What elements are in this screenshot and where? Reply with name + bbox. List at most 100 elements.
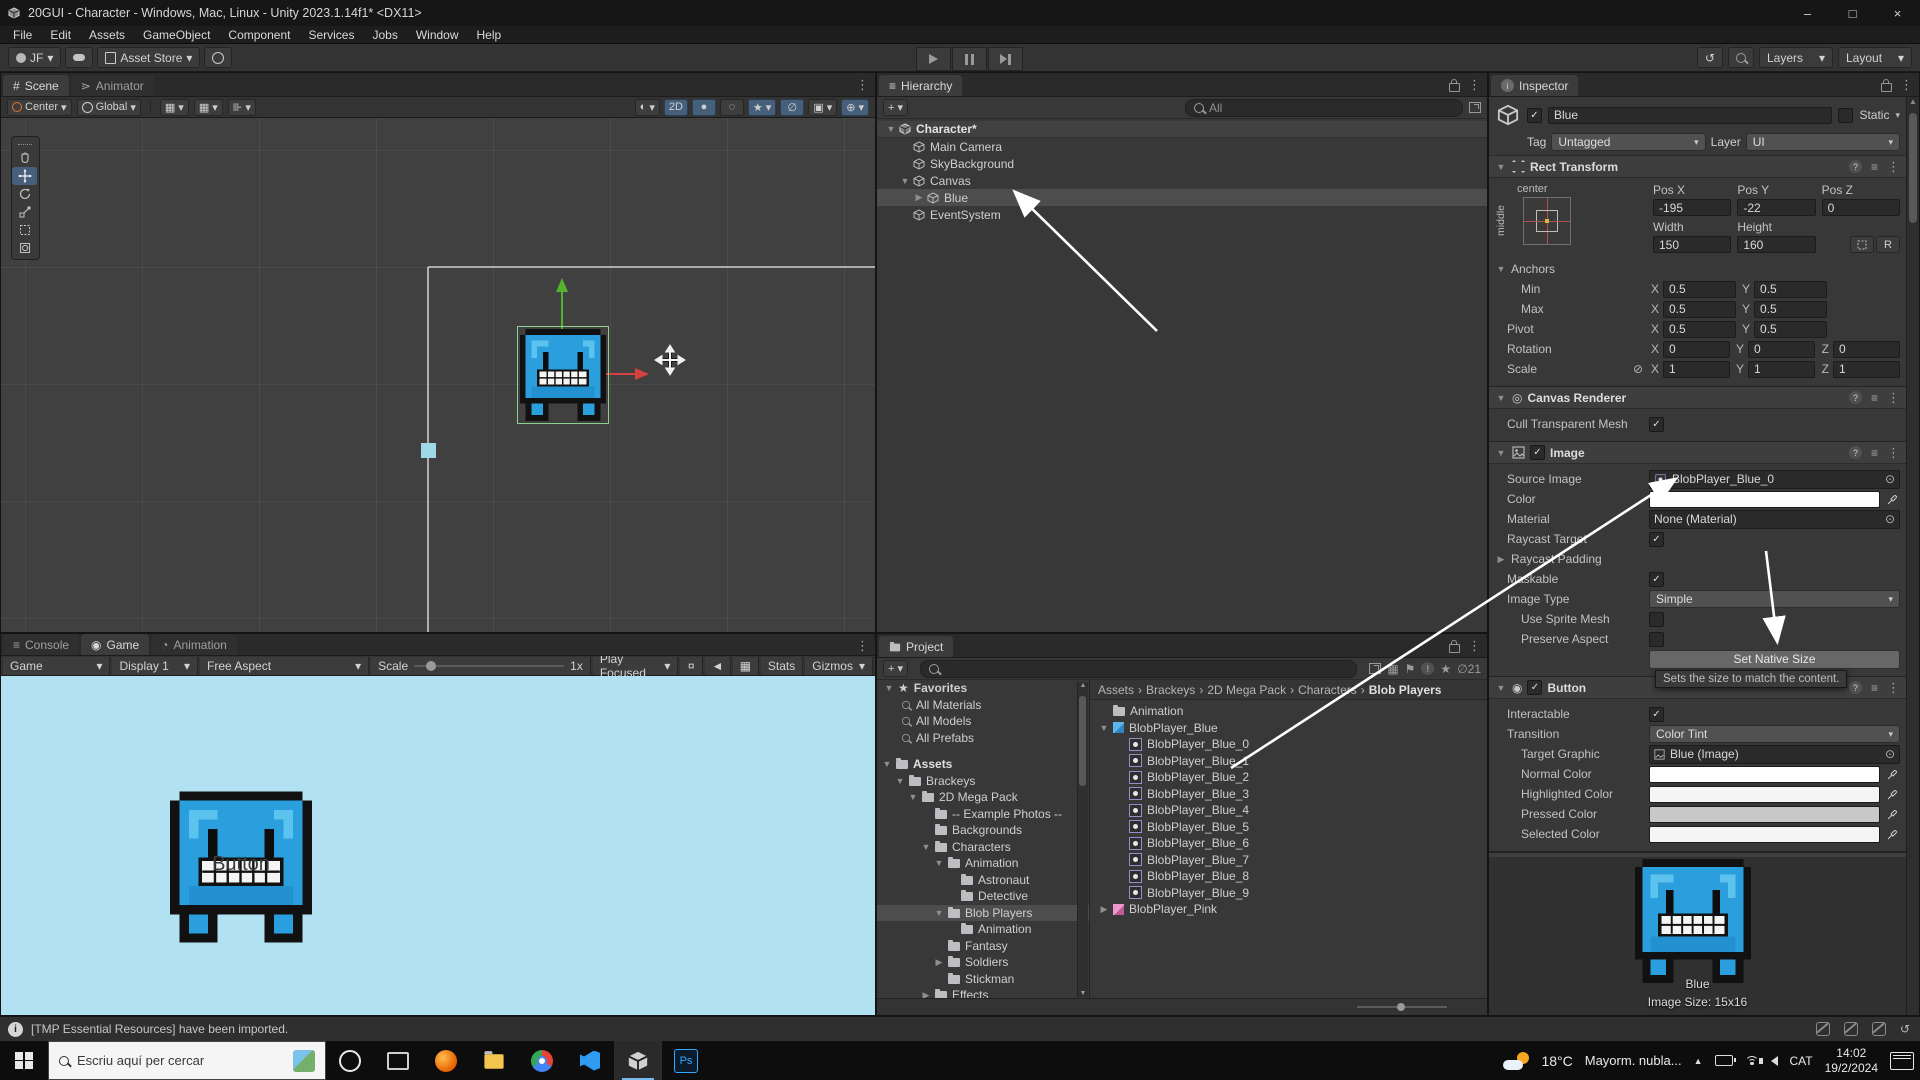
collapse-open-icon[interactable]: ▼ <box>907 792 919 802</box>
tool-handle-pivot-dropdown[interactable]: Center▾ <box>7 99 72 116</box>
image-enabled-checkbox[interactable]: ✓ <box>1530 445 1545 460</box>
hierarchy-item-canvas[interactable]: ▼Canvas <box>877 172 1487 189</box>
favorite-all-prefabs[interactable]: All Prefabs <box>877 730 1089 747</box>
asset-blobplayer-blue-5[interactable]: BlobPlayer_Blue_5 <box>1090 819 1487 836</box>
menu-services[interactable]: Services <box>299 26 363 43</box>
camera-settings-dropdown[interactable]: ▣▾ <box>808 99 837 116</box>
project-folder-animation[interactable]: Animation <box>877 921 1089 938</box>
tools-drag-handle[interactable] <box>12 139 37 149</box>
layout-dropdown[interactable]: Layout▾ <box>1838 47 1912 68</box>
stats-button[interactable]: Stats <box>761 657 803 675</box>
collapse-open-icon[interactable]: ▼ <box>894 776 906 786</box>
image-color-swatch[interactable] <box>1649 491 1880 508</box>
menu-help[interactable]: Help <box>468 26 511 43</box>
hidden-count[interactable]: ∅21 <box>1457 662 1481 676</box>
status-message[interactable]: [TMP Essential Resources] have been impo… <box>31 1022 288 1036</box>
asset-blobplayer-pink[interactable]: ▶BlobPlayer_Pink <box>1090 901 1487 918</box>
maximize-button[interactable]: □ <box>1830 0 1875 26</box>
play-button[interactable] <box>916 47 951 71</box>
preserve-aspect-checkbox[interactable] <box>1649 632 1664 647</box>
aspect-dropdown[interactable]: Free Aspect▾ <box>200 657 369 675</box>
move-tool-button[interactable] <box>12 167 37 185</box>
project-folder-astronaut[interactable]: Astronaut <box>877 872 1089 889</box>
anchors-foldout[interactable]: Anchors <box>1511 262 1555 276</box>
weather-desc[interactable]: Mayorm. nubla... <box>1585 1053 1682 1068</box>
project-create-dropdown[interactable]: +▾ <box>883 660 908 677</box>
set-native-size-button[interactable]: Set Native Size <box>1649 650 1900 669</box>
undo-history-button[interactable]: ↺ <box>1697 47 1723 68</box>
image-type-dropdown[interactable]: Simple▾ <box>1649 590 1900 608</box>
asset-blobplayer-blue[interactable]: ▼BlobPlayer_Blue <box>1090 720 1487 737</box>
target-button[interactable] <box>204 47 232 68</box>
play-focused-dropdown[interactable]: Play Focused▾ <box>593 657 679 675</box>
favorites-header[interactable]: ▼★ Favorites <box>877 680 1089 697</box>
project-folder-soldiers[interactable]: ▶Soldiers <box>877 954 1089 971</box>
project-folder-animation[interactable]: ▼Animation <box>877 855 1089 872</box>
collapse-open-icon[interactable]: ▼ <box>933 858 945 868</box>
min-x-field[interactable] <box>1663 281 1736 298</box>
presets-icon[interactable]: ≡ <box>1871 160 1878 174</box>
layers-dropdown[interactable]: Layers▾ <box>1759 47 1833 68</box>
active-checkbox[interactable]: ✓ <box>1527 108 1542 123</box>
project-folder-characters[interactable]: ▼Characters <box>877 839 1089 856</box>
collapse-closed-icon[interactable]: ▶ <box>933 957 945 968</box>
tab-console[interactable]: ≡Console <box>3 634 79 655</box>
menu-gameobject[interactable]: GameObject <box>134 26 219 43</box>
display-target-dropdown[interactable]: Game▾ <box>3 657 110 675</box>
asset-store-dropdown[interactable]: Asset Store ▾ <box>97 47 200 68</box>
breadcrumb-2d-mega-pack[interactable]: 2D Mega Pack <box>1207 683 1286 697</box>
collapse-open-icon[interactable]: ▼ <box>881 759 893 769</box>
rotate-tool-button[interactable] <box>12 185 37 203</box>
display-dropdown[interactable]: Display 1▾ <box>112 657 198 675</box>
project-menu-icon[interactable]: ⋮ <box>1468 638 1481 654</box>
game-viewport[interactable]: Button <box>1 676 875 1015</box>
object-picker-icon[interactable]: ⊙ <box>1885 472 1895 486</box>
eyedropper-icon[interactable] <box>1884 789 1900 800</box>
tab-animator[interactable]: ⋗Animator <box>71 75 154 96</box>
cloud-muted-icon[interactable] <box>1844 1022 1858 1036</box>
weather-temp[interactable]: 18°C <box>1541 1053 1572 1069</box>
color-swatch[interactable] <box>1649 786 1880 803</box>
tray-expand-icon[interactable]: ▲ <box>1694 1056 1703 1066</box>
collapse-open-icon[interactable]: ▼ <box>933 908 945 918</box>
width-field[interactable] <box>1653 236 1731 253</box>
tab-inspector[interactable]: iInspector <box>1491 75 1578 96</box>
shading-mode-dropdown[interactable]: ◐▾ <box>635 99 660 116</box>
battery-icon[interactable] <box>1715 1055 1733 1066</box>
gameobject-name-field[interactable] <box>1548 107 1832 124</box>
transform-tool-button[interactable] <box>12 239 37 257</box>
project-folder-example-photos[interactable]: -- Example Photos -- <box>877 806 1089 823</box>
gizmos-dropdown[interactable]: ⊕▾ <box>841 99 869 116</box>
wifi-icon[interactable] <box>1745 1056 1759 1066</box>
max-x-field[interactable] <box>1663 301 1736 318</box>
color-swatch[interactable] <box>1649 766 1880 783</box>
hierarchy-create-dropdown[interactable]: +▾ <box>883 99 908 116</box>
scale-slider-knob[interactable] <box>426 661 436 671</box>
use-sprite-mesh-checkbox[interactable] <box>1649 612 1664 627</box>
rotation-x-field[interactable] <box>1663 341 1730 358</box>
taskbar-app-vscode[interactable] <box>566 1041 614 1080</box>
eyedropper-icon[interactable] <box>1884 829 1900 840</box>
refresh-icon[interactable]: ↺ <box>1900 1022 1910 1036</box>
menu-jobs[interactable]: Jobs <box>363 26 406 43</box>
search-highlight-thumbnail[interactable] <box>293 1050 315 1072</box>
2d-mode-button[interactable]: 2D <box>664 99 688 116</box>
lock-icon[interactable] <box>1881 83 1892 92</box>
rotation-z-field[interactable] <box>1833 341 1900 358</box>
inspector-menu-icon[interactable]: ⋮ <box>1900 77 1913 93</box>
global-search-button[interactable] <box>1728 47 1754 68</box>
tab-scene[interactable]: #Scene <box>3 75 69 96</box>
scene-selected-sprite[interactable] <box>520 329 606 421</box>
notifications-muted-icon[interactable] <box>1816 1022 1830 1036</box>
snap-increment-dropdown[interactable]: ▦▾ <box>194 99 223 116</box>
project-folder-brackeys[interactable]: ▼Brackeys <box>877 773 1089 790</box>
effects-dropdown[interactable]: ★▾ <box>748 99 776 116</box>
menu-window[interactable]: Window <box>407 26 468 43</box>
asset-blobplayer-blue-3[interactable]: BlobPlayer_Blue_3 <box>1090 786 1487 803</box>
taskbar-app-cortana[interactable] <box>326 1041 374 1080</box>
scale-tool-button[interactable] <box>12 203 37 221</box>
grid-snap-dropdown[interactable]: ▦▾ <box>160 99 189 116</box>
start-button[interactable] <box>0 1041 48 1080</box>
project-folder-blob-players[interactable]: ▼Blob Players <box>877 905 1089 922</box>
eyedropper-icon[interactable] <box>1884 769 1900 780</box>
